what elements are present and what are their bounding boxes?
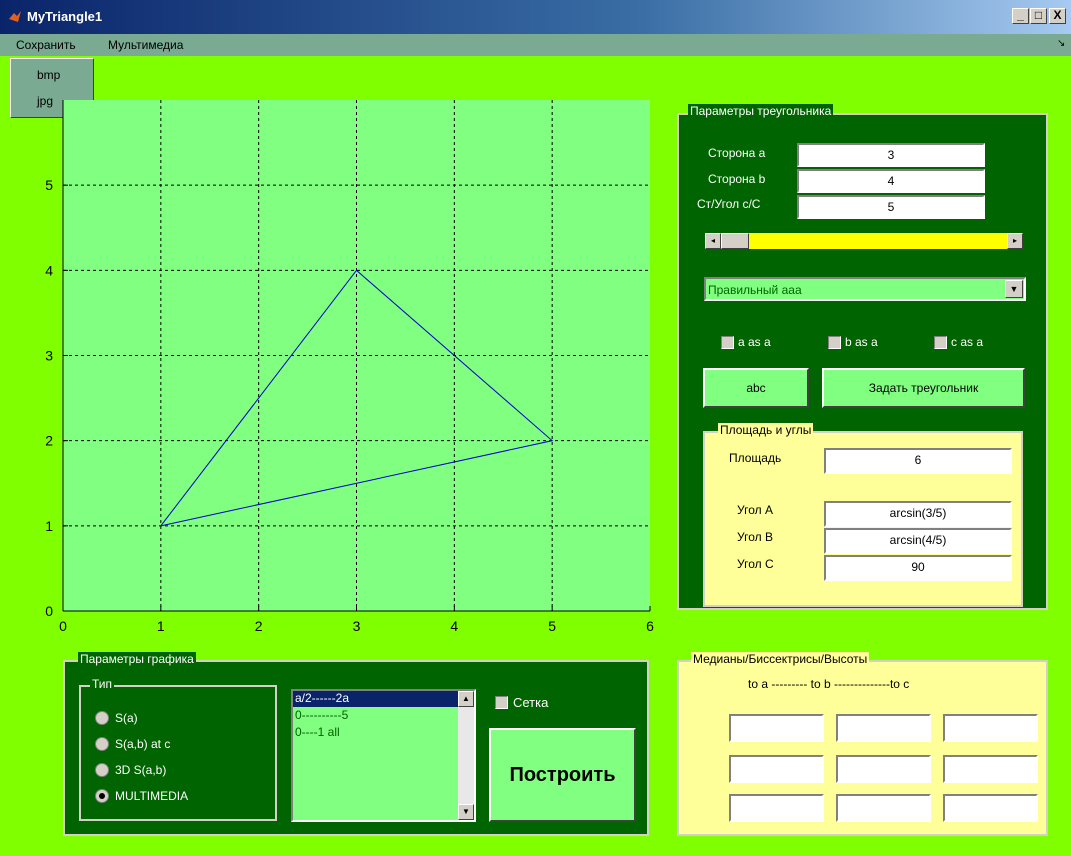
side-c-label: Ст/Угол c/C bbox=[697, 197, 761, 211]
slider-thumb[interactable] bbox=[721, 233, 749, 249]
median-field-b-1[interactable] bbox=[836, 714, 931, 742]
area-angles-title: Площадь и углы bbox=[718, 423, 814, 437]
scroll-down-icon[interactable]: ▼ bbox=[458, 804, 474, 820]
list-item[interactable]: a/2------2a bbox=[293, 691, 458, 707]
y-tick-label: 4 bbox=[45, 262, 53, 278]
checkbox-c-label: c as a bbox=[951, 335, 984, 349]
angle-a-field[interactable]: arcsin(3/5) bbox=[824, 501, 1012, 527]
y-tick-label: 1 bbox=[45, 518, 53, 534]
median-field-a-2[interactable] bbox=[729, 755, 824, 783]
type-select[interactable]: Правильный aaa ▼ bbox=[704, 277, 1026, 301]
median-field-a-3[interactable] bbox=[729, 794, 824, 822]
chevron-down-icon[interactable]: ▼ bbox=[1005, 280, 1023, 298]
angle-b-field[interactable]: arcsin(4/5) bbox=[824, 528, 1012, 554]
listbox-scrollbar[interactable]: ▲ ▼ bbox=[458, 691, 474, 820]
checkbox-a-as-a[interactable] bbox=[721, 336, 734, 349]
side-c-field[interactable]: 5 bbox=[797, 195, 985, 219]
radio-3d-s-ab[interactable] bbox=[95, 763, 109, 777]
radio-multimedia[interactable] bbox=[95, 789, 109, 803]
median-field-c-2[interactable] bbox=[943, 755, 1038, 783]
graph-params-title: Параметры графика bbox=[78, 652, 196, 666]
median-field-a-1[interactable] bbox=[729, 714, 824, 742]
x-tick-label: 3 bbox=[353, 618, 361, 634]
list-item[interactable]: 0----1 all bbox=[295, 725, 340, 739]
checkbox-a-label: a as a bbox=[738, 335, 771, 349]
checkbox-b-as-a[interactable] bbox=[828, 336, 841, 349]
median-field-c-3[interactable] bbox=[943, 794, 1038, 822]
checkbox-c-as-a[interactable] bbox=[934, 336, 947, 349]
set-triangle-button[interactable]: Задать треугольник bbox=[822, 368, 1025, 408]
x-tick-label: 0 bbox=[59, 618, 67, 634]
grid-checkbox[interactable] bbox=[495, 696, 508, 709]
radio-multimedia-label: MULTIMEDIA bbox=[115, 789, 189, 803]
x-tick-label: 6 bbox=[646, 618, 654, 634]
radio-s-ab-label: S(a,b) at c bbox=[115, 737, 171, 751]
slider-right-arrow-icon[interactable]: ▸ bbox=[1007, 233, 1023, 249]
grid-checkbox-label: Сетка bbox=[513, 695, 549, 710]
y-tick-label: 5 bbox=[45, 177, 53, 193]
side-b-label: Сторона b bbox=[708, 172, 766, 186]
x-tick-label: 2 bbox=[255, 618, 263, 634]
side-a-field[interactable]: 3 bbox=[797, 143, 985, 167]
median-field-c-1[interactable] bbox=[943, 714, 1038, 742]
radio-s-ab-at-c[interactable] bbox=[95, 737, 109, 751]
side-a-label: Сторона a bbox=[708, 146, 766, 160]
area-field[interactable]: 6 bbox=[824, 448, 1012, 474]
build-button[interactable]: Построить bbox=[489, 728, 636, 822]
medians-title: Медианы/Биссектрисы/Высоты bbox=[691, 652, 870, 666]
angle-c-field[interactable]: 90 bbox=[824, 555, 1012, 581]
triangle-params-title: Параметры треугольника bbox=[688, 104, 834, 118]
type-group-title: Тип bbox=[90, 677, 115, 691]
angle-b-label: Угол B bbox=[737, 530, 773, 544]
y-tick-label: 0 bbox=[45, 603, 53, 619]
slider-left-arrow-icon[interactable]: ◂ bbox=[705, 233, 721, 249]
radio-s-a-label: S(a) bbox=[115, 711, 138, 725]
angle-c-label: Угол C bbox=[737, 557, 774, 571]
angle-a-label: Угол A bbox=[737, 503, 773, 517]
x-tick-label: 4 bbox=[450, 618, 458, 634]
list-item[interactable]: 0----------5 bbox=[295, 708, 348, 722]
y-tick-label: 3 bbox=[45, 348, 53, 364]
type-select-value: Правильный aaa bbox=[708, 283, 802, 297]
checkbox-b-label: b as a bbox=[845, 335, 878, 349]
x-tick-label: 5 bbox=[548, 618, 556, 634]
radio-3d-label: 3D S(a,b) bbox=[115, 763, 167, 777]
medians-header: to a --------- to b --------------to c bbox=[748, 677, 910, 691]
y-tick-label: 2 bbox=[45, 433, 53, 449]
median-field-b-2[interactable] bbox=[836, 755, 931, 783]
side-b-field[interactable]: 4 bbox=[797, 169, 985, 193]
slider[interactable]: ◂ ▸ bbox=[705, 233, 1023, 249]
scroll-up-icon[interactable]: ▲ bbox=[458, 691, 474, 707]
range-listbox[interactable]: a/2------2a 0----------5 0----1 all ▲ ▼ bbox=[291, 689, 476, 822]
abc-button[interactable]: abc bbox=[703, 368, 809, 408]
median-field-b-3[interactable] bbox=[836, 794, 931, 822]
triangle-line bbox=[160, 269, 554, 527]
area-label: Площадь bbox=[729, 451, 782, 465]
x-tick-label: 1 bbox=[157, 618, 165, 634]
radio-s-a[interactable] bbox=[95, 711, 109, 725]
